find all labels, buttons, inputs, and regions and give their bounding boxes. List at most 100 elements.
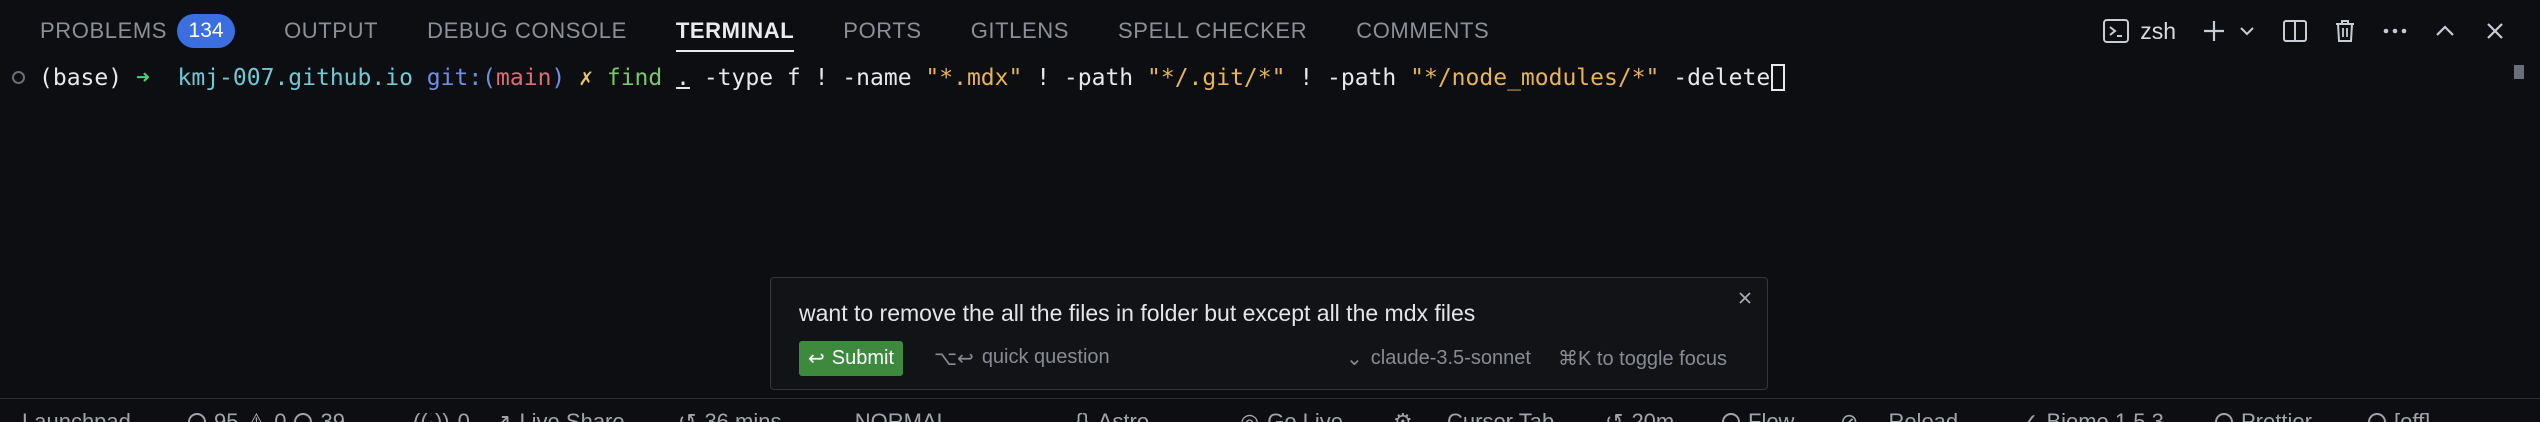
panel-tabs: PROBLEMS 134 OUTPUT DEBUG CONSOLE TERMIN… [0,0,1538,62]
command-path-arg: . [676,64,690,91]
shell-selector-button[interactable]: zsh [2094,11,2184,51]
toggle-focus-hint: ⌘K to toggle focus [1558,348,1727,370]
history-icon: ↺ [1605,409,1624,422]
time-label: 36 mins [704,409,782,422]
close-icon [2487,23,2503,39]
status-flow[interactable]: Flow [1722,409,1794,422]
terminal-scrollbar[interactable] [2514,65,2524,79]
launchpad-label: Launchpad [22,409,131,422]
status-astro[interactable]: {} Astro [1075,409,1149,422]
quick-question-label: quick question [981,346,1110,368]
prompt-git-close: ) [551,64,566,91]
status-icon [2368,413,2386,422]
status-go-live[interactable]: ◎ Go Live [1240,409,1343,422]
status-biome[interactable]: ✓ Biome 1.5.3 [2020,409,2164,422]
tab-output[interactable]: OUTPUT [284,0,378,62]
status-live-share[interactable]: ↗ Live Share [493,409,625,422]
history-icon: ↺ [678,409,697,422]
tab-label: COMMENTS [1356,18,1490,43]
terminal-actions: zsh [2094,0,2520,62]
ports-count: 0 [457,409,470,422]
status-vim-mode: -- NORMAL -- [834,409,969,422]
maximize-panel-button[interactable] [2420,11,2470,51]
model-selector[interactable]: ⌄ claude-3.5-sonnet [1346,346,1531,371]
timer-label: 20m [1631,409,1675,422]
split-terminal-button[interactable] [2270,11,2320,51]
ai-command-prompt: want to remove the all the files in fold… [770,277,1768,390]
reload-label: Reload [1888,409,1959,422]
terminal-command-line: (base) ➜ kmj-007.github.io git:(main) ✗ … [12,64,1786,91]
status-cursor-tab[interactable]: ⚙ Cursor Tab [1393,409,1554,422]
status-ports[interactable]: ((·)) 0 [413,409,470,422]
tab-label: DEBUG CONSOLE [427,18,627,43]
status-reload[interactable]: ⊘ Reload [1840,409,1958,422]
terminal-panel: PROBLEMS 134 OUTPUT DEBUG CONSOLE TERMIN… [0,0,2540,422]
split-icon [2283,20,2307,42]
broadcast-icon: ((·)) [413,409,450,422]
status-time-tracker[interactable]: ↺ 36 mins [678,409,781,422]
problems-count-badge: 134 [177,14,236,48]
status-prettier[interactable]: Prettier [2215,409,2312,422]
no-bell-icon: ⊘ [1840,409,1859,422]
prompt-git-label: git:( [426,64,497,91]
terminal-profiles-dropdown[interactable] [2232,11,2262,51]
prettier-label: Prettier [2241,409,2312,422]
quick-question-button[interactable]: ⌥↩ quick question [934,346,1110,371]
command-decoration-icon[interactable] [12,71,25,84]
terminal-output[interactable]: (base) ➜ kmj-007.github.io git:(main) ✗ … [0,60,2540,275]
biome-label: Biome 1.5.3 [2046,409,2164,422]
command-string-arg: "*.mdx" [925,64,1023,91]
tab-problems[interactable]: PROBLEMS 134 [40,0,236,62]
ai-prompt-close-button[interactable] [1733,286,1757,310]
command-args: ! -path [1299,64,1397,91]
ai-prompt-input[interactable]: want to remove the all the files in fold… [799,300,1475,327]
status-problems[interactable]: 95 ⚠ 0 39 [188,409,345,422]
tab-gitlens[interactable]: GITLENS [971,0,1069,62]
command-args: -delete [1673,64,1771,91]
status-bar: Launchpad 95 ⚠ 0 39 ((·)) 0 ↗ Live Share… [0,398,2540,422]
share-icon: ↗ [493,409,512,422]
return-icon: ↩ [808,348,825,370]
submit-button[interactable]: ↩ Submit [799,341,904,376]
quick-question-shortcut: ⌥↩ [934,348,974,370]
plus-icon [2204,21,2224,41]
kill-terminal-button[interactable] [2320,11,2370,51]
prettier-icon [2215,413,2233,422]
model-name: claude-3.5-sonnet [1370,347,1531,369]
tab-label: PORTS [843,18,922,43]
chevron-up-icon [2436,25,2454,36]
gear-icon: ⚙ [1393,409,1413,422]
new-terminal-button[interactable] [2196,11,2232,51]
tab-label: PROBLEMS [40,18,168,43]
shell-name: zsh [2140,17,2176,44]
warning-count: 0 [274,409,287,422]
warning-icon: ⚠ [246,409,267,422]
tab-terminal[interactable]: TERMINAL [675,0,795,62]
tab-debug-console[interactable]: DEBUG CONSOLE [427,0,627,62]
command-args: -type f ! -name [703,64,912,91]
submit-label: Submit [831,347,895,369]
tab-ports[interactable]: PORTS [843,0,921,62]
prompt-directory: kmj-007.github.io [177,64,413,91]
info-count: 39 [320,409,345,422]
panel-tab-bar: PROBLEMS 134 OUTPUT DEBUG CONSOLE TERMIN… [0,0,2540,62]
tab-spell-checker[interactable]: SPELL CHECKER [1118,0,1307,62]
vim-mode-label: -- NORMAL -- [834,409,969,422]
flow-icon [1722,413,1740,422]
tab-comments[interactable]: COMMENTS [1356,0,1489,62]
close-panel-button[interactable] [2470,11,2520,51]
chevron-down-icon [2240,27,2254,36]
more-actions-button[interactable] [2370,11,2420,51]
astro-label: Astro [1097,409,1150,422]
command-args: ! -path [1036,64,1134,91]
command-name: find [606,64,663,91]
status-launchpad[interactable]: Launchpad [0,409,131,422]
broadcast-icon: ◎ [1240,409,1260,422]
braces-icon: {} [1075,409,1090,422]
status-timer[interactable]: ↺ 20m [1605,409,1674,422]
check-icon: ✓ [2020,409,2039,422]
ellipsis-icon [2383,28,2407,34]
tab-label: SPELL CHECKER [1118,18,1308,43]
status-off[interactable]: [off] [2368,409,2430,422]
prompt-dirty-marker: ✗ [579,64,593,91]
